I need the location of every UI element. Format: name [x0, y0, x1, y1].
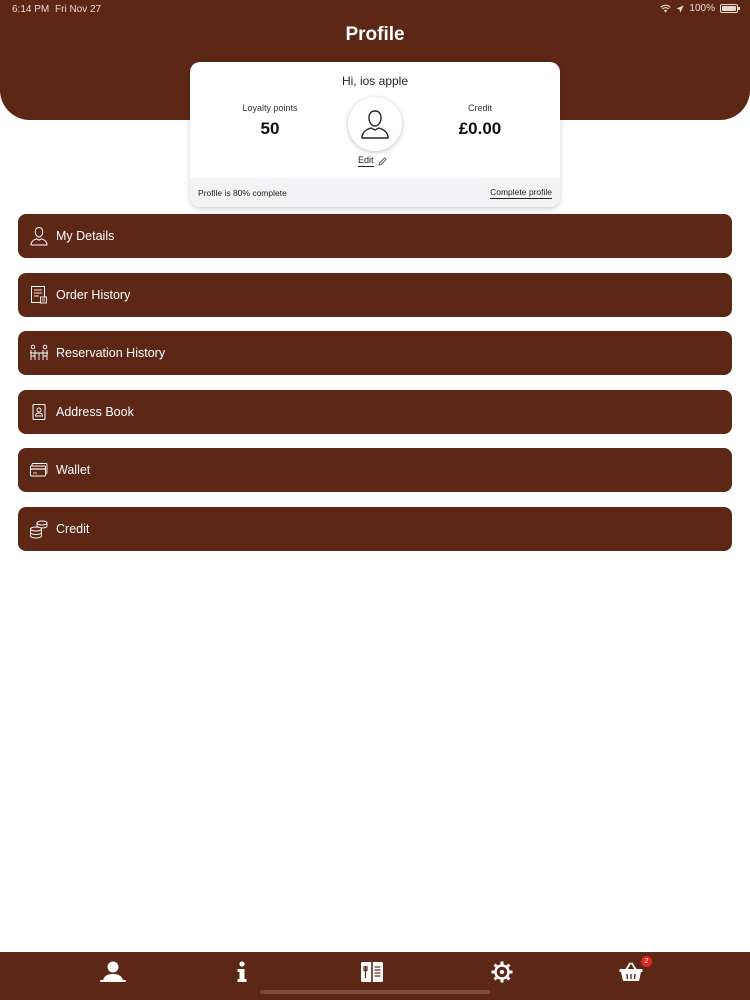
tab-info[interactable] — [212, 952, 272, 992]
tab-profile-indicator — [100, 980, 126, 982]
status-time: 6:14 PM — [12, 4, 50, 15]
menu-item-label: Address Book — [56, 404, 134, 419]
menu-item-label: Wallet — [56, 463, 91, 477]
user-avatar-icon — [361, 110, 389, 139]
credit-label: Credit — [467, 103, 492, 113]
menu-item-label: Order History — [56, 287, 131, 302]
credit: Credit £0.00 — [420, 103, 540, 139]
basket-badge: 2 — [641, 956, 652, 967]
credit-value: £0.00 — [458, 119, 502, 138]
profile-card: Hi, ios apple Loyalty points 50 Credit £… — [190, 62, 560, 207]
page-title: Profile — [345, 24, 405, 45]
location-icon — [676, 5, 684, 12]
basket-icon — [619, 962, 643, 981]
profile-menu: My Details Order History Reservation His… — [18, 214, 732, 565]
receipt-icon — [29, 285, 49, 305]
avatar[interactable] — [348, 97, 402, 151]
loyalty-points-value: 50 — [260, 119, 280, 138]
tab-menu[interactable] — [342, 952, 402, 992]
edit-label: Edit — [358, 155, 374, 167]
profile-completion-text: Profile is 80% complete — [198, 187, 287, 198]
profile-completion-bar: Profile is 80% complete Complete profile — [190, 178, 560, 207]
user-icon — [29, 226, 49, 246]
wifi-icon — [660, 4, 672, 13]
table-reservation-icon — [29, 343, 49, 363]
menu-item-order-history[interactable]: Order History — [18, 272, 732, 317]
tab-basket[interactable]: 2 — [601, 952, 661, 992]
gear-icon — [491, 961, 513, 983]
edit-profile-button[interactable]: Edit — [358, 155, 387, 167]
greeting: Hi, ios apple — [341, 74, 409, 88]
info-icon — [237, 961, 247, 982]
menu-book-icon — [361, 962, 383, 982]
menu-item-label: Reservation History — [56, 346, 166, 360]
status-bar: 6:14 PM Fri Nov 27 100% — [0, 0, 750, 18]
status-date: Fri Nov 27 — [55, 4, 102, 15]
tab-settings[interactable] — [472, 952, 532, 992]
loyalty-points-label: Loyalty points — [242, 103, 298, 113]
home-indicator — [260, 990, 490, 994]
menu-item-label: Credit — [56, 521, 90, 536]
status-right: 100% — [660, 3, 740, 14]
pencil-icon — [377, 156, 387, 166]
battery-percent: 100% — [689, 3, 715, 14]
address-book-icon — [29, 402, 49, 422]
menu-item-wallet[interactable]: Wallet — [18, 448, 732, 492]
menu-item-label: My Details — [56, 229, 115, 243]
battery-icon — [720, 4, 740, 13]
menu-item-credit[interactable]: Credit — [18, 506, 732, 551]
menu-item-address-book[interactable]: Address Book — [18, 389, 732, 434]
coins-icon — [29, 519, 49, 539]
card-icon — [29, 460, 49, 480]
menu-item-reservation-history[interactable]: Reservation History — [18, 331, 732, 375]
tab-profile[interactable] — [83, 952, 143, 992]
menu-item-my-details[interactable]: My Details — [18, 214, 732, 258]
loyalty-points: Loyalty points 50 — [210, 103, 330, 139]
complete-profile-link[interactable]: Complete profile — [490, 187, 552, 199]
